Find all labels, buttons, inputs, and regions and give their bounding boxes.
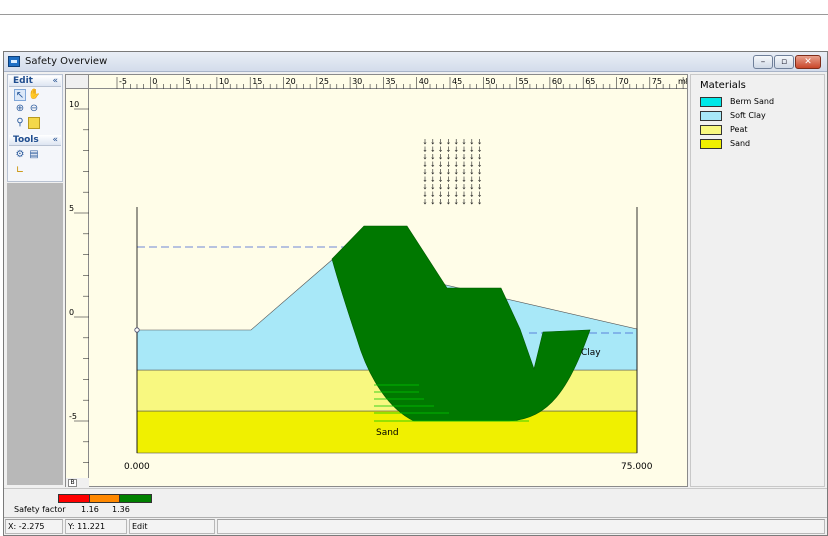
left-panel-gutter [7,183,63,485]
safety-factor-bar: Safety factor 1.16 1.36 [4,488,827,516]
ruler-x-label: 45 [452,77,462,86]
vertical-ruler: 10 5 0 -5 [66,89,89,480]
ruler-x-label: 5 [186,77,191,86]
ruler-y-label: 10 [69,100,79,109]
horizontal-ruler-ticks: -505101520253035404550556065707580m [116,77,695,89]
material-label: Soft Clay [730,111,766,120]
material-swatch [700,139,722,149]
ruler-x-label: 40 [419,77,429,86]
zoom-window-icon[interactable] [28,117,40,129]
material-item[interactable]: Sand [700,139,820,150]
label-right-coordinate: 75.000 [621,462,653,472]
label-clay: Clay [581,348,601,358]
ruler-x-label: 15 [252,77,262,86]
safety-factor-threshold-high: 1.36 [112,505,130,514]
materials-title: Materials [700,80,746,91]
zoom-out-icon[interactable]: ⊖ [28,103,40,115]
safety-factor-mid-segment [89,494,120,503]
edit-header-label: Edit [13,76,33,86]
tool-panel: Edit « ↖ ✋ ⊕ ⊖ ⚲ Tools « ⚙ ▤ ∟ [7,74,63,182]
horizontal-ruler: -505101520253035404550556065707580m [89,75,695,89]
ruler-x-label: 70 [619,77,629,86]
ruler-x-label: 50 [485,77,495,86]
ruler-x-label: 20 [286,77,296,86]
material-swatch [700,125,722,135]
status-message [217,519,825,534]
ruler-y-label: -5 [69,412,77,421]
slip-circle-center-grid [423,139,482,205]
zoom-in-icon[interactable]: ⊕ [14,103,26,115]
status-bar: X: -2.275 Y: 11.221 Edit [4,517,827,535]
ruler-x-label: 55 [519,77,529,86]
ruler-x-label: 0 [152,77,157,86]
ruler-x-label: -5 [119,77,127,86]
material-swatch [700,111,722,121]
window-title: Safety Overview [25,56,108,67]
zoom-extents-icon[interactable]: ⚲ [14,117,26,129]
label-sand: Sand [376,428,399,438]
view-options-button[interactable]: B [68,479,77,487]
ruler-x-label: 60 [552,77,562,86]
material-item[interactable]: Peat [700,125,820,136]
status-x-coordinate: X: -2.275 [5,519,63,534]
safety-overview-window: Safety Overview – ▫ ✕ Edit « ↖ ✋ ⊕ ⊖ ⚲ T… [3,51,828,536]
top-separator [0,14,828,15]
safety-factor-low-segment [58,494,90,503]
ruler-angle-icon[interactable]: ∟ [14,165,26,177]
status-mode: Edit [129,519,215,534]
geometry-canvas[interactable]: Clay Sand 0.000 75.000 [89,89,687,486]
collapse-tools-icon[interactable]: « [52,135,58,145]
ruler-x-label: 75 [652,77,662,86]
ruler-y-label: 5 [69,204,74,213]
safety-factor-label: Safety factor [14,505,66,514]
ruler-unit: m [678,77,686,86]
pan-hand-icon[interactable]: ✋ [28,89,40,101]
reference-point [134,327,140,333]
materials-panel: Materials Berm Sand Soft Clay Peat Sand [690,74,825,487]
ruler-x-label: 35 [385,77,395,86]
geometry-drawing: Clay Sand 0.000 75.000 [124,139,653,472]
label-left-coordinate: 0.000 [124,462,150,472]
ruler-x-label: 25 [319,77,329,86]
collapse-edit-icon[interactable]: « [52,76,58,86]
ruler-y-label: 0 [69,308,74,317]
material-item[interactable]: Berm Sand [700,97,820,108]
ruler-x-label: 30 [352,77,362,86]
ruler-x-label: 65 [585,77,595,86]
status-y-coordinate: Y: 11.221 [65,519,127,534]
close-button[interactable]: ✕ [795,55,821,69]
safety-factor-high-segment [119,494,152,503]
ruler-bottom-corner: B [66,478,89,487]
title-bar[interactable]: Safety Overview – ▫ ✕ [4,52,827,72]
measure-icon[interactable]: ⚙ [14,149,26,161]
ruler-corner [66,75,89,89]
maximize-button[interactable]: ▫ [774,55,794,69]
material-item[interactable]: Soft Clay [700,111,820,122]
tools-section-header[interactable]: Tools « [9,135,61,146]
app-icon [8,56,20,67]
edit-section-header[interactable]: Edit « [9,76,61,87]
material-label: Peat [730,125,748,134]
safety-factor-threshold-low: 1.16 [81,505,99,514]
tools-header-label: Tools [13,135,39,145]
material-label: Berm Sand [730,97,775,106]
vertical-ruler-ticks: 10 5 0 -5 [69,100,89,463]
ruler-x-label: 10 [219,77,229,86]
material-label: Sand [730,139,751,148]
minimize-button[interactable]: – [753,55,773,69]
properties-icon[interactable]: ▤ [28,149,40,161]
plot-frame: -505101520253035404550556065707580m 1050… [65,74,695,487]
select-pointer-icon[interactable]: ↖ [14,89,26,101]
material-swatch [700,97,722,107]
